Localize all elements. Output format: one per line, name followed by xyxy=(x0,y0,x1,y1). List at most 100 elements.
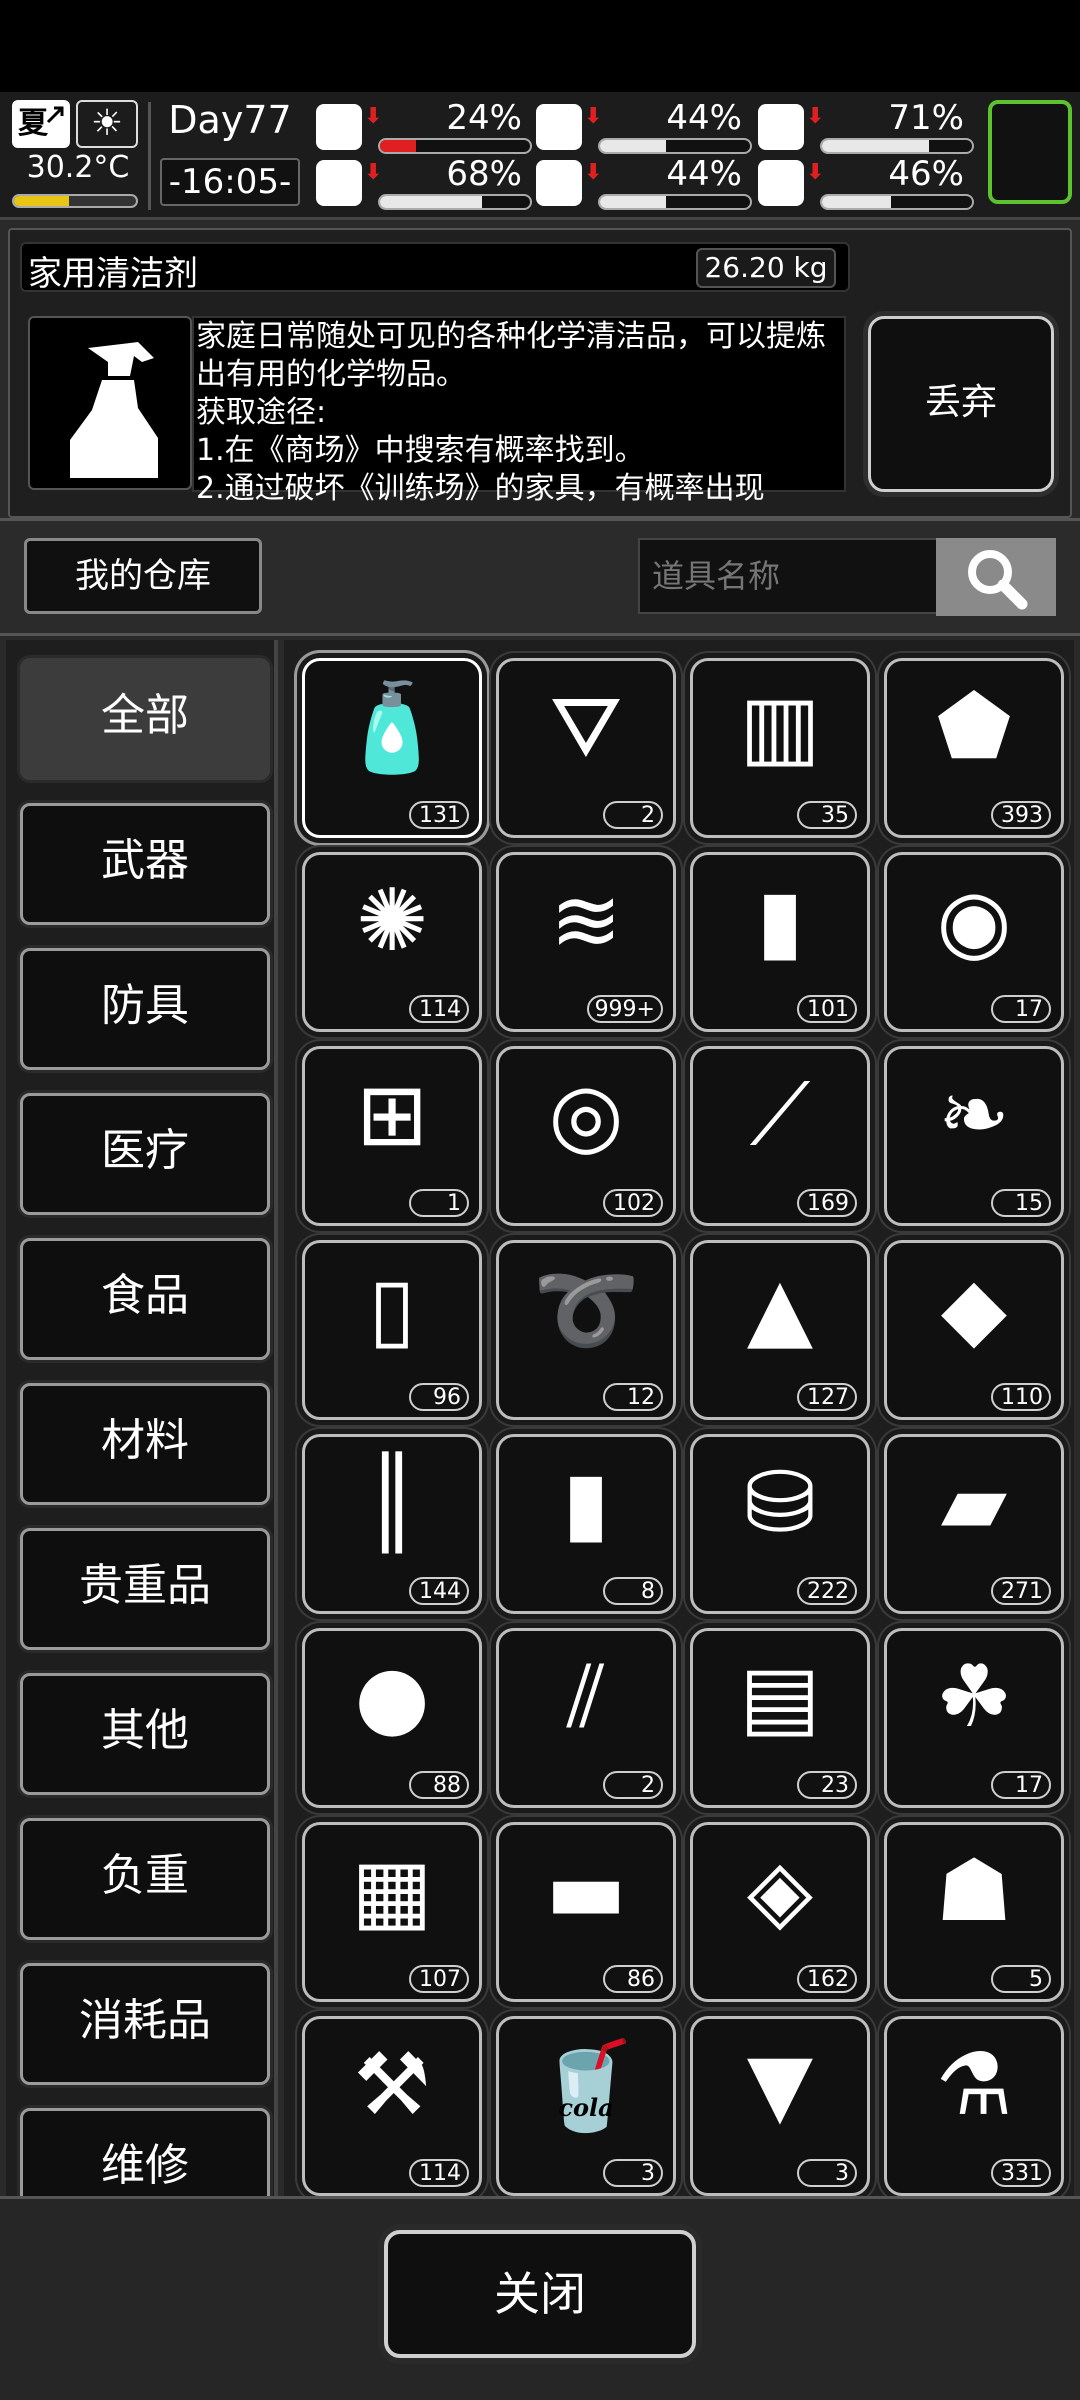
item-count-badge: 107 xyxy=(409,1965,469,1993)
inventory-slot[interactable]: ⊞ 1 xyxy=(302,1046,482,1226)
spray-bottle-icon: 🧴 xyxy=(338,678,446,778)
stat-bar xyxy=(820,194,974,210)
search-icon xyxy=(968,550,1028,610)
folded-cloth-icon: ≋ xyxy=(549,871,623,971)
inventory-slot[interactable]: ❧ 15 xyxy=(884,1046,1064,1226)
trend-down-icon: ⬇ xyxy=(364,160,383,185)
seeds-icon: ◉ xyxy=(936,871,1012,971)
inventory-slot[interactable]: ◆ 110 xyxy=(884,1240,1064,1420)
lockpick-icon: ⟋ xyxy=(749,1065,811,1165)
stat-stamina: ⬇ 68% xyxy=(316,154,532,210)
item-count-badge: 144 xyxy=(409,1577,469,1605)
trend-down-icon: ⬇ xyxy=(806,160,825,185)
inventory-slot[interactable]: ║ 144 xyxy=(302,1434,482,1614)
inventory-slot[interactable]: ▮ 8 xyxy=(496,1434,676,1614)
inventory-slot[interactable]: ◉ 17 xyxy=(884,852,1064,1032)
stat-bar-fill xyxy=(822,196,891,208)
item-count-badge: 127 xyxy=(797,1383,857,1411)
search-button[interactable] xyxy=(936,538,1056,616)
inventory-slot[interactable]: ✺ 114 xyxy=(302,852,482,1032)
inventory-slot[interactable]: ☗ 5 xyxy=(884,1822,1064,2002)
inventory-slot[interactable]: 🧴 131 xyxy=(302,658,482,838)
item-count-badge: 17 xyxy=(991,995,1051,1023)
inventory-slot[interactable]: ▲ 127 xyxy=(690,1240,870,1420)
item-count-badge: 23 xyxy=(797,1771,857,1799)
item-count-badge: 88 xyxy=(409,1771,469,1799)
inventory-slot[interactable]: ☘ 17 xyxy=(884,1628,1064,1808)
cola-label: cola xyxy=(558,2093,614,2122)
rock-icon: ⬟ xyxy=(936,677,1012,777)
warehouse-button[interactable]: 我的仓库 xyxy=(24,538,262,614)
category-tab[interactable]: 负重 xyxy=(20,1818,270,1940)
ore-chunk-icon: ◈ xyxy=(746,1841,814,1941)
inventory-slot[interactable]: ⚗ 331 xyxy=(884,2016,1064,2196)
category-tab[interactable]: 贵重品 xyxy=(20,1528,270,1650)
inventory-grid[interactable]: 🧴 131 ⛛ 2 ▥ 35 ⬟ 393 ✺ 114 ≋ 999+ ▮ 101 ◉ 17 ⊞ 1 ◎ 102 ⟋ 169 ❧… xyxy=(284,640,1074,2196)
item-count-badge: 1 xyxy=(409,1189,469,1217)
item-description: 家庭日常随处可见的各种化学清洁品，可以提炼出有用的化学物品。 获取途径: 1.在… xyxy=(196,319,826,506)
category-sidebar[interactable]: 全部武器防具医疗食品材料贵重品其他负重消耗品维修 xyxy=(6,640,278,2196)
category-tab[interactable]: 全部 xyxy=(20,658,270,780)
item-count-badge: 102 xyxy=(603,1189,663,1217)
bricks-icon: ▤ xyxy=(739,1647,821,1747)
item-count-badge: 2 xyxy=(603,801,663,829)
category-tab[interactable]: 材料 xyxy=(20,1383,270,1505)
item-preview xyxy=(28,316,192,490)
category-tab[interactable]: 消耗品 xyxy=(20,1963,270,2085)
close-button[interactable]: 关闭 xyxy=(384,2230,696,2358)
category-tab[interactable]: 维修 xyxy=(20,2108,270,2196)
trend-down-icon: ⬇ xyxy=(364,104,383,129)
inventory-slot[interactable]: ▦ 107 xyxy=(302,1822,482,2002)
inventory-slot[interactable]: ⫽ 2 xyxy=(496,1628,676,1808)
inventory-slot[interactable]: ▼ 3 xyxy=(690,2016,870,2196)
top-black-strip xyxy=(0,0,1080,92)
trend-down-icon: ⬇ xyxy=(584,104,603,129)
inventory-slot[interactable]: ⟋ 169 xyxy=(690,1046,870,1226)
category-tab[interactable]: 武器 xyxy=(20,803,270,925)
fuel-barrel-icon: ⛁ xyxy=(743,1453,817,1553)
inventory-slot[interactable]: ⬟ 393 xyxy=(884,658,1064,838)
category-tab[interactable]: 防具 xyxy=(20,948,270,1070)
inventory-slot[interactable]: ➰ 12 xyxy=(496,1240,676,1420)
inventory-slot[interactable]: ⛛ 2 xyxy=(496,658,676,838)
pipes-icon: ║ xyxy=(366,1453,418,1553)
spray-bottle-icon xyxy=(70,342,158,478)
temperature-bar-fill xyxy=(14,196,69,206)
inventory-slot[interactable]: ▰ 271 xyxy=(884,1434,1064,1614)
inventory-slot[interactable]: ⛁ 222 xyxy=(690,1434,870,1614)
category-tab[interactable]: 食品 xyxy=(20,1238,270,1360)
boot-icon xyxy=(316,160,362,206)
inventory-slot[interactable]: ≋ 999+ xyxy=(496,852,676,1032)
item-count-badge: 131 xyxy=(409,801,469,829)
category-tab[interactable]: 医疗 xyxy=(20,1093,270,1215)
inventory-slot[interactable]: ▯ 96 xyxy=(302,1240,482,1420)
inventory-slot[interactable]: ◎ 102 xyxy=(496,1046,676,1226)
item-count-badge: 86 xyxy=(603,1965,663,1993)
discard-button[interactable]: 丢弃 xyxy=(868,316,1054,492)
inventory-slot[interactable]: ● 88 xyxy=(302,1628,482,1808)
tape-roll-icon: ◎ xyxy=(548,1065,624,1165)
stat-mood: ⬇ 46% xyxy=(758,154,974,210)
cotton-balls-icon: ● xyxy=(354,1647,430,1747)
item-count-badge: 15 xyxy=(991,1189,1051,1217)
wood-planks-icon: ▦ xyxy=(351,1841,433,1941)
category-tab[interactable]: 其他 xyxy=(20,1673,270,1795)
inventory-slot[interactable]: ▮ 101 xyxy=(690,852,870,1032)
mask-icon xyxy=(758,104,804,150)
stat-value: 68% xyxy=(446,154,522,194)
item-count-badge: 222 xyxy=(797,1577,857,1605)
stat-oxygen: ⬇ 71% xyxy=(758,98,974,154)
stat-hunger: ⬇ 44% xyxy=(536,98,752,154)
inventory-slot[interactable]: ⚒ 114 xyxy=(302,2016,482,2196)
stat-value: 71% xyxy=(888,98,964,138)
item-count-badge: 271 xyxy=(991,1577,1051,1605)
inventory-slot[interactable]: 🥤 cola 3 xyxy=(496,2016,676,2196)
stat-bar-fill xyxy=(380,196,482,208)
item-search-input[interactable] xyxy=(638,538,938,614)
quick-slot[interactable] xyxy=(988,100,1072,204)
inventory-slot[interactable]: ▥ 35 xyxy=(690,658,870,838)
inventory-slot[interactable]: ▬ 86 xyxy=(496,1822,676,2002)
inventory-slot[interactable]: ◈ 162 xyxy=(690,1822,870,2002)
inventory-slot[interactable]: ▤ 23 xyxy=(690,1628,870,1808)
stat-bar xyxy=(378,194,532,210)
